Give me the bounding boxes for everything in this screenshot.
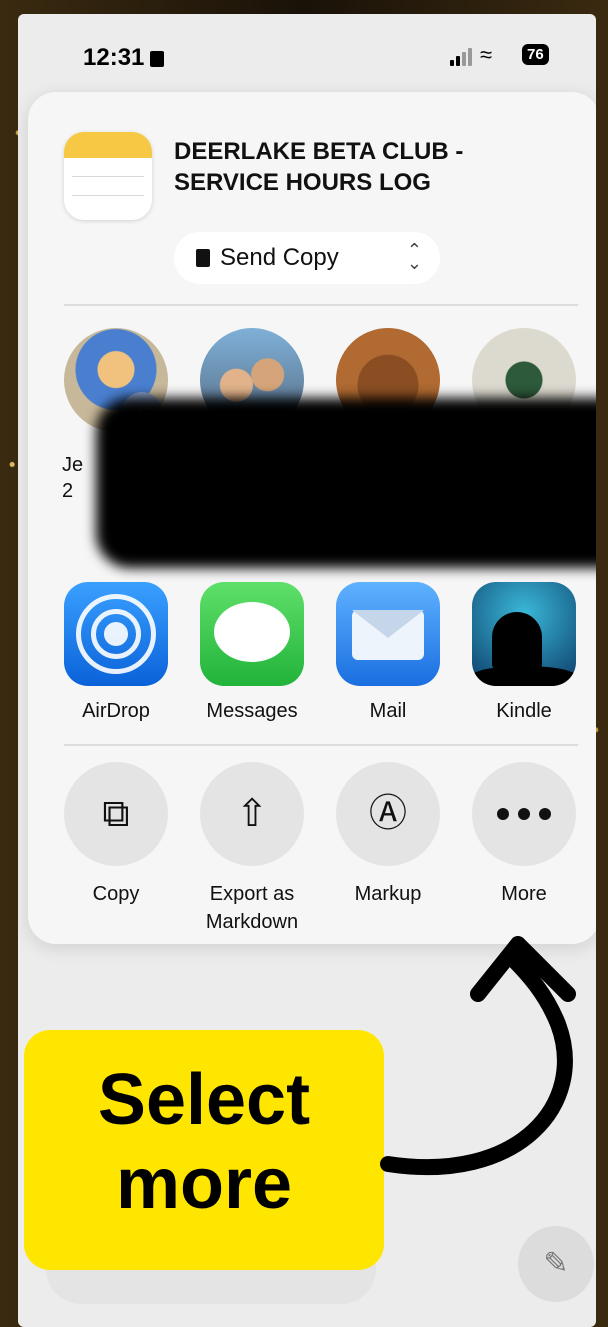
contacts-row: MS Je2 anold <box>62 328 596 568</box>
more-button[interactable]: More <box>454 762 594 908</box>
kindle-icon <box>472 582 576 686</box>
messages-icon <box>200 582 304 686</box>
action-label: More <box>501 883 547 905</box>
wifi-icon: ≈ <box>480 42 493 67</box>
kindle-button[interactable]: Kindle <box>472 582 576 723</box>
messages-button[interactable]: Messages <box>200 582 304 723</box>
up-down-chevron-icon: ⌃ ⌄ <box>406 240 422 273</box>
notes-app-icon <box>64 132 152 220</box>
more-icon <box>472 762 576 866</box>
send-copy-selector[interactable]: Send Copy ⌃ ⌄ <box>174 232 440 284</box>
airdrop-icon <box>64 582 168 686</box>
export-icon: ⇧ <box>200 762 304 866</box>
action-label: Export as Markdown <box>205 883 299 933</box>
annotation-callout: Select more <box>24 1030 384 1270</box>
status-time: 12:31 <box>83 44 165 72</box>
actions-row: ⧉ Copy ⇧ Export as Markdown Ⓐ Markup Mor… <box>64 762 584 933</box>
app-label: Mail <box>369 700 407 722</box>
document-icon <box>196 249 210 267</box>
markup-button[interactable]: Ⓐ Markup <box>318 762 458 908</box>
signal-icon <box>450 48 474 66</box>
copy-button[interactable]: ⧉ Copy <box>46 762 186 908</box>
compose-icon[interactable]: ✎ <box>518 1226 594 1302</box>
markup-icon: Ⓐ <box>336 762 440 866</box>
battery-indicator: 76 <box>522 44 549 65</box>
contact-name: Je 2 <box>62 454 84 502</box>
airdrop-button[interactable]: AirDrop <box>64 582 168 723</box>
apps-row: AirDrop Messages Mail Kindle <box>64 582 584 732</box>
document-title: DEERLAKE BETA CLUB - SERVICE HOURS LOG <box>174 138 464 196</box>
send-copy-label: Send Copy <box>220 244 339 271</box>
id-badge-icon <box>150 51 165 67</box>
status-bar: 12:31 ≈ 76 <box>18 14 596 94</box>
phone-screen: 12:31 ≈ 76 DEERLAKE BETA CLUB - SERVICE … <box>18 14 596 1327</box>
annotation-arrow-icon <box>380 936 576 1176</box>
divider <box>64 744 578 746</box>
redaction-blur <box>96 398 596 568</box>
action-label: Markup <box>354 883 422 905</box>
share-sheet: DEERLAKE BETA CLUB - SERVICE HOURS LOG S… <box>28 92 596 944</box>
app-label: AirDrop <box>82 700 150 722</box>
export-markdown-button[interactable]: ⇧ Export as Markdown <box>182 762 322 936</box>
app-label: Kindle <box>496 700 552 722</box>
copy-icon: ⧉ <box>64 762 168 866</box>
mail-button[interactable]: Mail <box>336 582 440 723</box>
app-label: Messages <box>206 700 298 722</box>
divider <box>64 304 578 306</box>
action-label: Copy <box>92 883 140 905</box>
mail-icon <box>336 582 440 686</box>
